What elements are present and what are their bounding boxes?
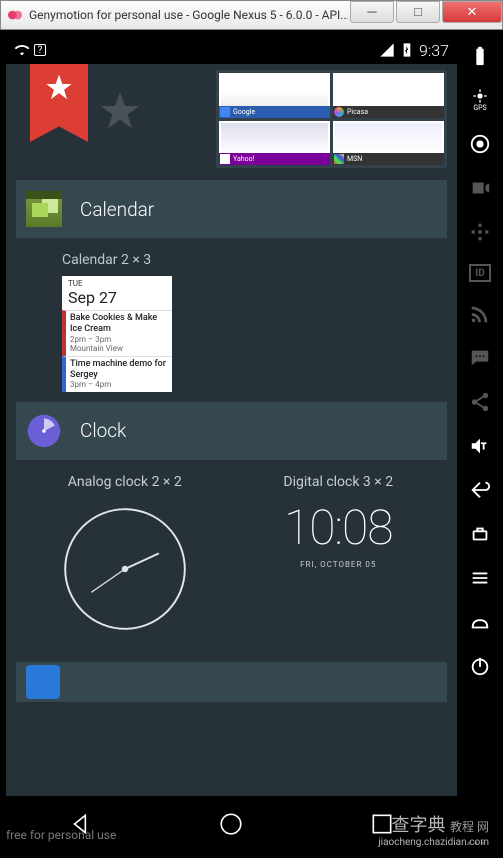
thumb-label: Yahoo! [233, 155, 254, 163]
thumbnail-yahoo[interactable]: Yahoo! [219, 121, 330, 166]
home-button[interactable] [201, 804, 261, 844]
thumbnail-picasa[interactable]: Picasa [333, 73, 444, 118]
minimize-button[interactable]: ─ [350, 1, 394, 23]
camera-tool-icon[interactable] [468, 132, 492, 156]
clock-section-header[interactable]: Clock [16, 402, 447, 460]
digital-clock-date: FRI, OCTOBER 05 [242, 560, 436, 569]
digital-clock-label: Digital clock 3 × 2 [242, 474, 436, 490]
ribbon-icon [30, 64, 88, 142]
window-titlebar: Genymotion for personal use - Google Nex… [0, 0, 503, 30]
window-buttons: ─ □ ✕ [348, 1, 502, 29]
clock-icon [26, 413, 62, 449]
android-status-bar[interactable]: ? 9:37 [6, 36, 457, 64]
wifi-icon [14, 42, 30, 58]
thumb-label: Google [233, 108, 255, 116]
battery-tool-icon[interactable] [468, 44, 492, 68]
calendar-title: Calendar [80, 198, 154, 221]
emulator-side-toolbar: GPS ID [457, 30, 503, 858]
signal-icon [379, 42, 395, 58]
rotate-tool-icon[interactable] [468, 522, 492, 546]
calendar-day: Sep 27 [68, 288, 166, 307]
sms-tool-icon[interactable] [468, 346, 492, 370]
analog-clock-face-icon [60, 504, 190, 634]
digital-clock-time: 10:08 [242, 504, 436, 552]
event-title: Time machine demo for Sergey [70, 359, 168, 381]
partial-section-header[interactable] [16, 662, 447, 702]
power-tool-icon[interactable] [468, 654, 492, 678]
maximize-button[interactable]: □ [396, 1, 440, 23]
calendar-widget-label: Calendar 2 × 3 [62, 252, 447, 268]
help-badge-icon: ? [34, 44, 46, 56]
browser-thumbnails-widget[interactable]: Google Picasa Yahoo! MSN [216, 70, 447, 168]
brand-watermark: 查字典 教程 网 jiaocheng.chazidian.com [378, 811, 489, 848]
analog-clock-label: Analog clock 2 × 2 [28, 474, 222, 490]
brand-url: jiaocheng.chazidian.com [378, 837, 489, 848]
emulator-container: ? 9:37 [0, 30, 503, 858]
app-square-icon [26, 665, 60, 699]
window-title: Genymotion for personal use - Google Nex… [29, 8, 348, 22]
record-tool-icon[interactable] [468, 176, 492, 200]
close-button[interactable]: ✕ [442, 1, 502, 23]
calendar-event: Bake Cookies & Make Ice Cream 2pm – 3pm … [62, 310, 172, 356]
brand-sub: 教程 网 [450, 820, 489, 834]
status-time: 9:37 [419, 41, 449, 60]
brand-text: 查字典 [392, 815, 446, 836]
free-watermark: free for personal use [6, 828, 116, 842]
battery-charging-icon [399, 42, 415, 58]
rss-tool-icon[interactable] [468, 302, 492, 326]
top-widget-row: Google Picasa Yahoo! MSN [16, 70, 447, 168]
id-tool-icon[interactable]: ID [469, 264, 491, 282]
event-location: Mountain View [70, 344, 168, 354]
calendar-date-header: TUE Sep 27 [62, 276, 172, 310]
phone-screen: ? 9:37 [6, 36, 457, 852]
calendar-event: Time machine demo for Sergey 3pm – 4pm [62, 356, 172, 392]
bookmark-widget[interactable] [16, 70, 206, 168]
digital-clock-widget[interactable]: Digital clock 3 × 2 10:08 FRI, OCTOBER 0… [242, 474, 436, 638]
calendar-widget-preview[interactable]: TUE Sep 27 Bake Cookies & Make Ice Cream… [62, 276, 172, 392]
phone-screen-area: ? 9:37 [0, 30, 457, 858]
menu-tool-icon[interactable] [468, 566, 492, 590]
thumbnail-google[interactable]: Google [219, 73, 330, 118]
volume-tool-icon[interactable] [468, 434, 492, 458]
calendar-icon [26, 191, 62, 227]
calendar-section-header[interactable]: Calendar [16, 180, 447, 238]
gps-tool-icon[interactable]: GPS [468, 88, 492, 112]
event-title: Bake Cookies & Make Ice Cream [70, 313, 168, 335]
analog-clock-widget[interactable]: Analog clock 2 × 2 [28, 474, 222, 638]
dpad-tool-icon[interactable] [468, 220, 492, 244]
back-emulator-icon[interactable] [468, 478, 492, 502]
thumbnail-msn[interactable]: MSN [333, 121, 444, 166]
event-time: 2pm – 3pm [70, 335, 168, 345]
event-time: 3pm – 4pm [70, 380, 168, 390]
star-bg-icon [96, 88, 144, 140]
thumb-label: Picasa [347, 108, 368, 116]
clock-widgets-row: Analog clock 2 × 2 Digital clock 3 × 2 1… [16, 474, 447, 638]
widget-screen[interactable]: Google Picasa Yahoo! MSN Calendar Calend… [6, 64, 457, 796]
clock-title: Clock [80, 419, 126, 442]
calendar-dow: TUE [68, 279, 166, 288]
thumb-label: MSN [347, 155, 362, 163]
share-tool-icon[interactable] [468, 390, 492, 414]
app-logo-icon [7, 7, 23, 23]
home-tool-icon[interactable] [468, 610, 492, 634]
